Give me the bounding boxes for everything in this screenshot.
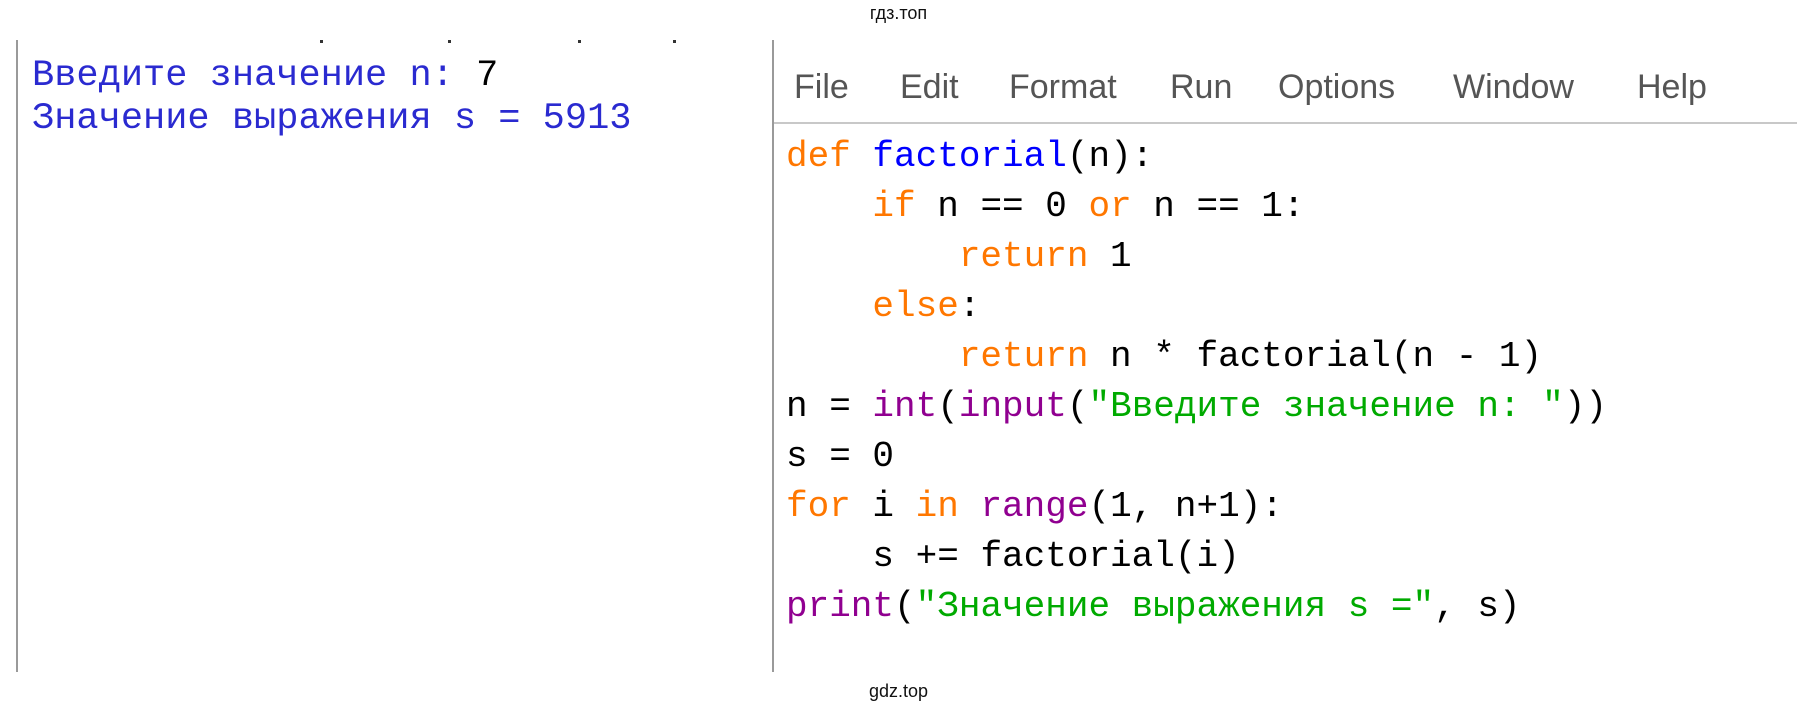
shell-output-panel[interactable]: Введите значение n: 7 Значение выражения… <box>16 40 774 672</box>
builtin-int: int <box>872 386 938 427</box>
shell-result-text: Значение выражения s = 5913 <box>32 98 632 140</box>
builtin-range: range <box>980 486 1089 527</box>
watermark-bottom: gdz.top <box>868 681 929 701</box>
code-token: ( <box>937 386 959 427</box>
shell-input-value: 7 <box>476 55 499 97</box>
code-line-3: return 1 <box>786 232 1607 282</box>
code-token: n == 0 <box>915 186 1089 227</box>
shell-line-result: Значение выражения s = 5913 <box>32 101 632 138</box>
cropped-previous-line <box>18 40 772 44</box>
keyword-in: in <box>915 486 959 527</box>
code-line-4: else: <box>786 282 1607 332</box>
keyword-or: or <box>1088 186 1132 227</box>
code-token: 1 <box>1088 236 1132 277</box>
code-line-5: return n * factorial(n - 1) <box>786 332 1607 382</box>
code-token: n = <box>786 386 873 427</box>
watermark-top: гдз.топ <box>869 3 928 23</box>
menu-format[interactable]: Format <box>1009 70 1117 104</box>
code-token: , s) <box>1434 586 1521 627</box>
code-line-8: for i in range(1, n+1): <box>786 482 1607 532</box>
builtin-input: input <box>958 386 1067 427</box>
code-token: ( <box>894 586 916 627</box>
menu-run[interactable]: Run <box>1170 70 1232 104</box>
shell-line-input-prompt: Введите значение n: 7 <box>32 58 498 95</box>
function-name: factorial <box>872 136 1067 177</box>
code-line-2: if n == 0 or n == 1: <box>786 182 1607 232</box>
keyword-if: if <box>872 186 916 227</box>
code-line-1: def factorial(n): <box>786 132 1607 182</box>
string-literal: "Значение выражения s =" <box>915 586 1435 627</box>
menu-help[interactable]: Help <box>1637 70 1707 104</box>
code-editor-window: File Edit Format Run Options Window Help… <box>774 40 1797 672</box>
code-line-6: n = int(input("Введите значение n: ")) <box>786 382 1607 432</box>
menu-options[interactable]: Options <box>1278 70 1395 104</box>
code-line-9: s += factorial(i) <box>786 532 1607 582</box>
code-token: (1, n+1): <box>1088 486 1283 527</box>
menu-bar: File Edit Format Run Options Window Help <box>774 40 1797 124</box>
builtin-print: print <box>786 586 895 627</box>
menu-window[interactable]: Window <box>1453 70 1574 104</box>
keyword-for: for <box>786 486 851 527</box>
menu-file[interactable]: File <box>794 70 849 104</box>
code-line-10: print("Значение выражения s =", s) <box>786 582 1607 632</box>
code-token: n == 1: <box>1131 186 1305 227</box>
code-token: s = 0 <box>786 436 895 477</box>
code-token: n * factorial(n - 1) <box>1088 336 1543 377</box>
menu-edit[interactable]: Edit <box>900 70 959 104</box>
keyword-return: return <box>958 336 1089 377</box>
code-token: : <box>958 286 981 327</box>
code-token: )) <box>1563 386 1607 427</box>
keyword-else: else <box>872 286 959 327</box>
code-token: ( <box>1066 386 1089 427</box>
code-token: (n): <box>1066 136 1154 177</box>
code-token: i <box>850 486 916 527</box>
shell-prompt-text: Введите значение n: <box>32 55 477 97</box>
code-text-area[interactable]: def factorial(n): if n == 0 or n == 1: r… <box>786 132 1607 632</box>
code-token: s += factorial(i) <box>872 536 1240 577</box>
keyword-def: def <box>786 136 851 177</box>
keyword-return: return <box>958 236 1089 277</box>
code-line-7: s = 0 <box>786 432 1607 482</box>
string-literal: "Введите значение n: " <box>1088 386 1564 427</box>
